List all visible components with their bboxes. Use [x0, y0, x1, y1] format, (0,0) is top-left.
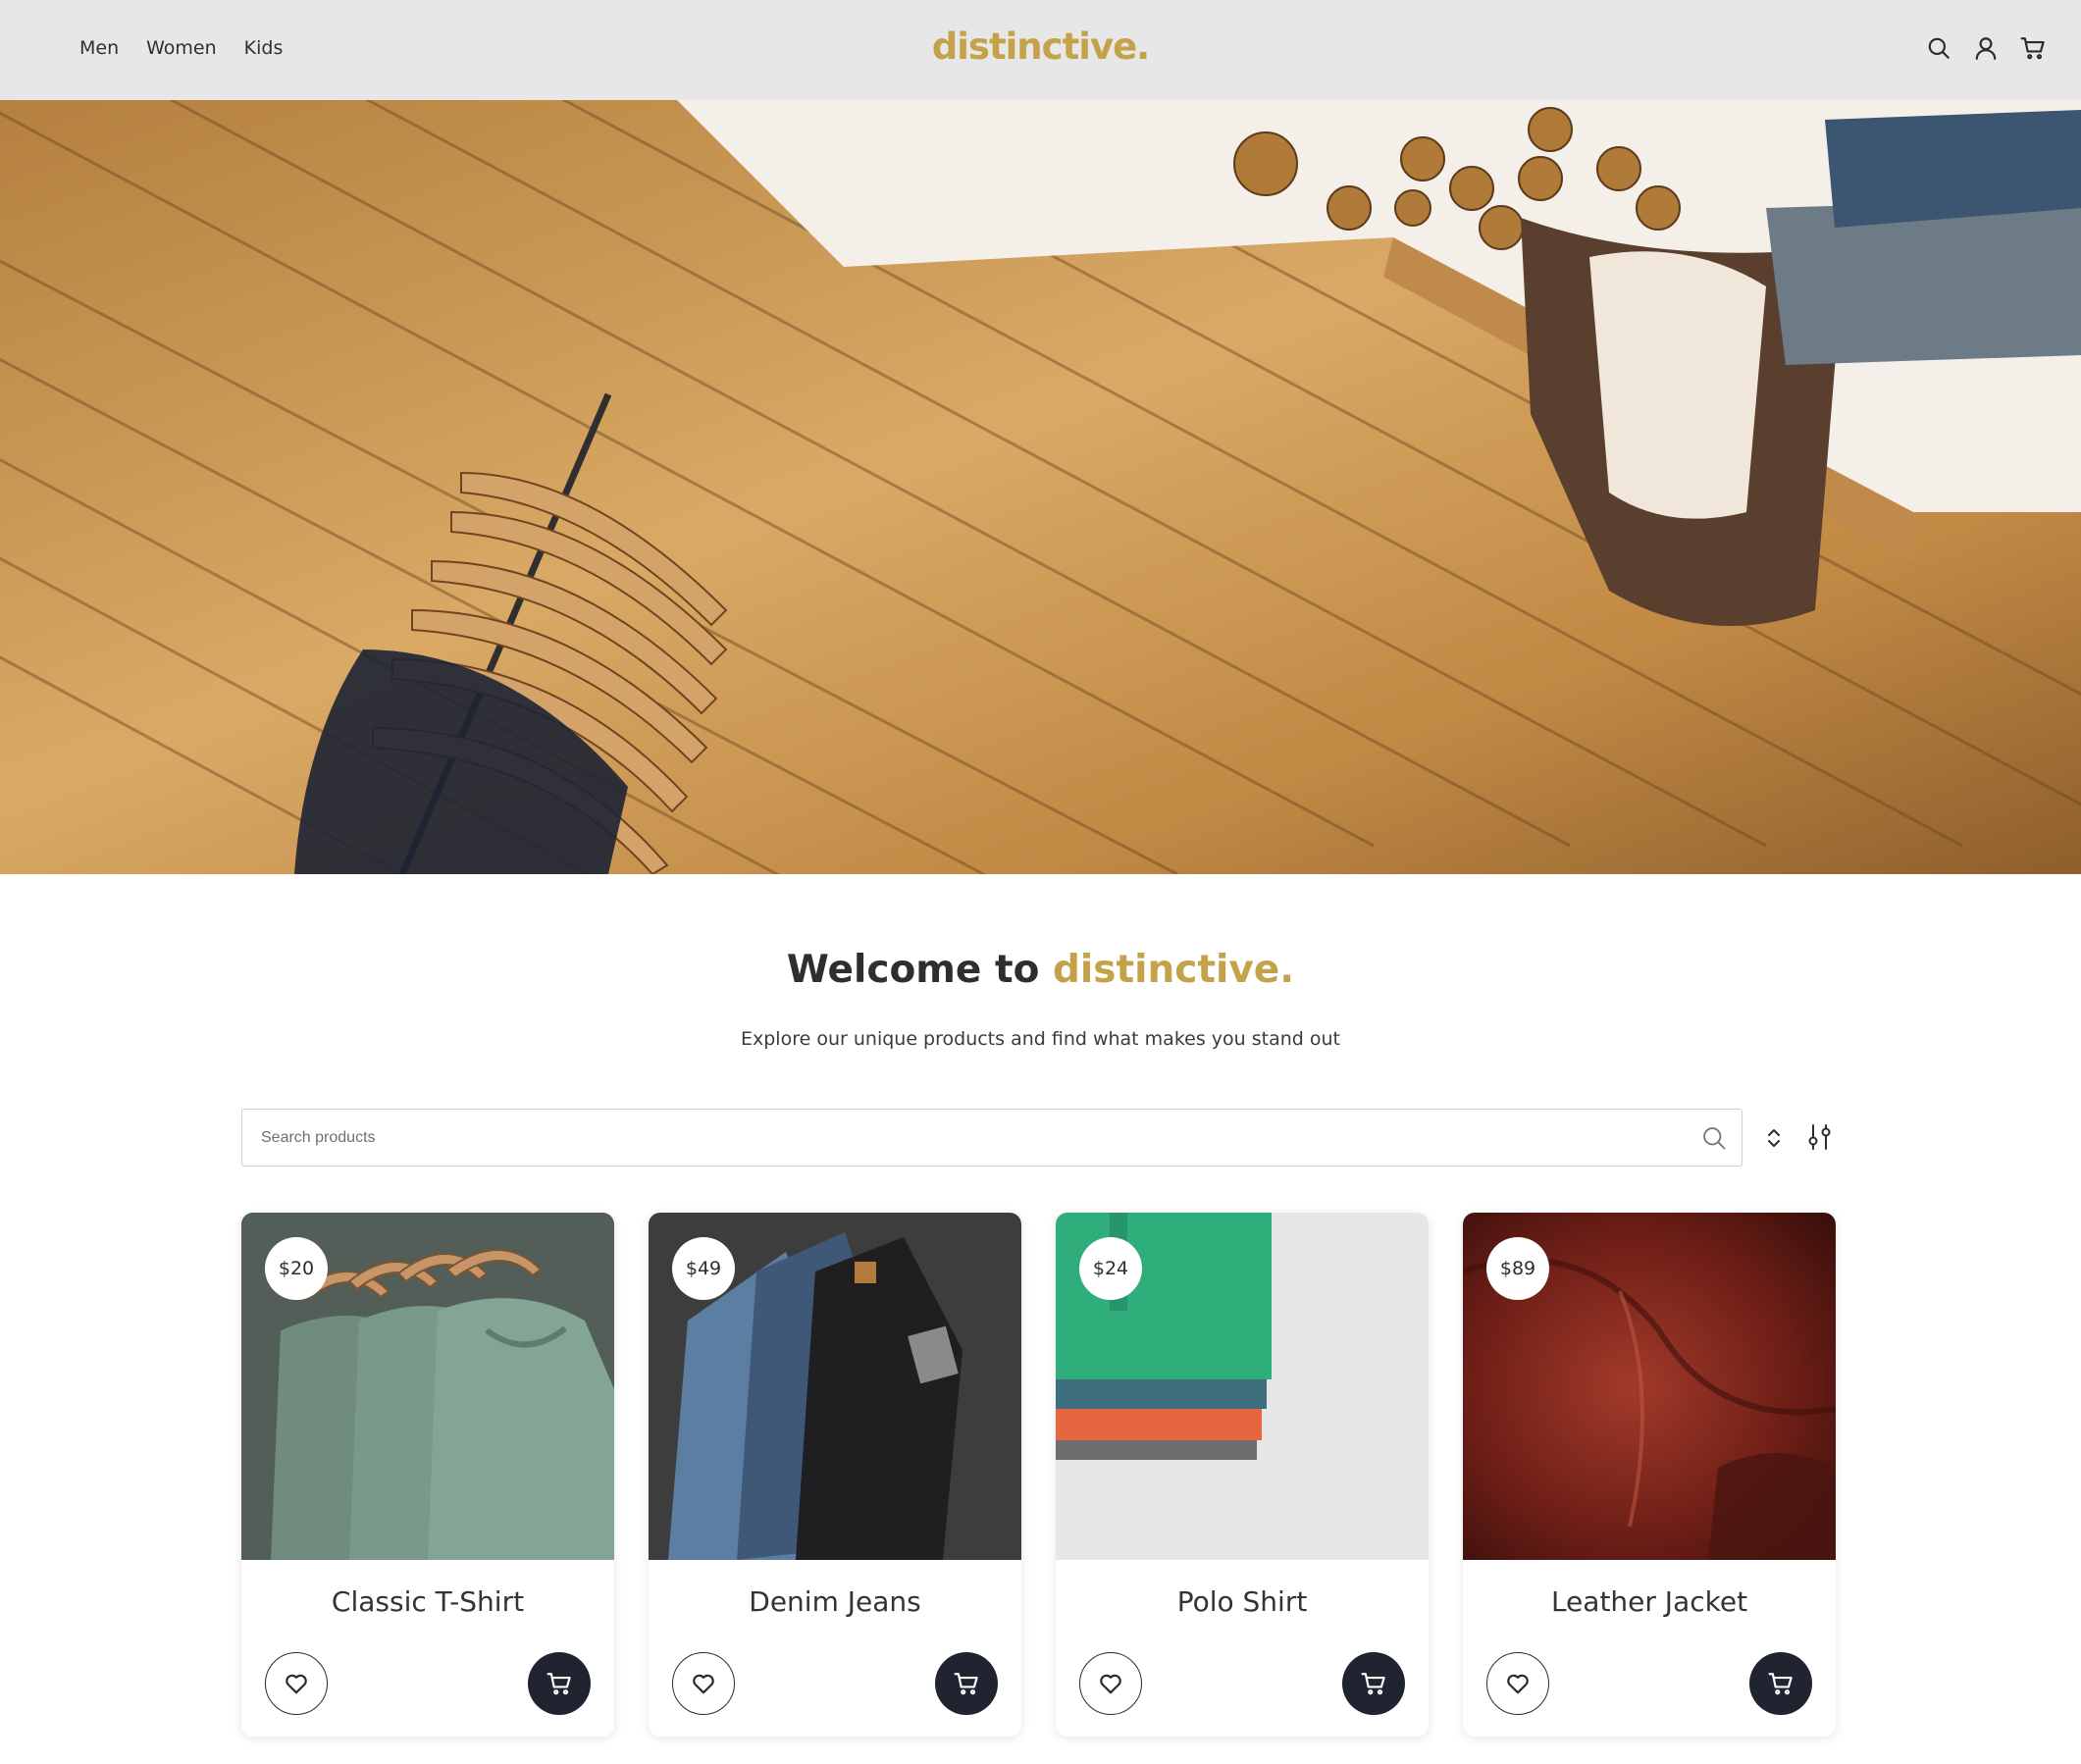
- site-logo[interactable]: distinctive.: [0, 26, 2081, 68]
- welcome-subtitle: Explore our unique products and find wha…: [741, 1028, 1340, 1050]
- heart-icon: [286, 1674, 307, 1694]
- product-card[interactable]: $20 Classic T-Shirt: [241, 1213, 614, 1737]
- hero-image: [0, 100, 2081, 874]
- price-badge: $49: [672, 1237, 735, 1300]
- product-card[interactable]: $24 Polo Shirt: [1056, 1213, 1429, 1737]
- heart-icon: [1100, 1674, 1121, 1694]
- user-icon[interactable]: [1973, 33, 1999, 63]
- price-badge: $24: [1079, 1237, 1142, 1300]
- add-to-cart-button[interactable]: [935, 1652, 998, 1715]
- product-name[interactable]: Denim Jeans: [649, 1585, 1021, 1618]
- product-grid: $20 Classic T-Shirt $49 Denim Jeans $24 …: [241, 1213, 1836, 1737]
- hero-banner: [0, 100, 2081, 874]
- product-card[interactable]: $89 Leather Jacket: [1463, 1213, 1836, 1737]
- welcome-title-prefix: Welcome to: [786, 948, 1040, 992]
- heart-icon: [693, 1674, 714, 1694]
- filter-icon[interactable]: [1806, 1122, 1834, 1152]
- product-image[interactable]: $24: [1056, 1213, 1429, 1560]
- product-name[interactable]: Leather Jacket: [1463, 1585, 1836, 1618]
- wishlist-button[interactable]: [672, 1652, 735, 1715]
- product-card[interactable]: $49 Denim Jeans: [649, 1213, 1021, 1737]
- price-badge: $20: [265, 1237, 328, 1300]
- search-bar: [241, 1109, 1743, 1167]
- add-to-cart-button[interactable]: [1749, 1652, 1812, 1715]
- product-name[interactable]: Polo Shirt: [1056, 1585, 1429, 1618]
- add-to-cart-button[interactable]: [1342, 1652, 1405, 1715]
- product-image[interactable]: $20: [241, 1213, 614, 1560]
- sort-icon[interactable]: [1763, 1124, 1785, 1152]
- cart-icon: [546, 1673, 571, 1695]
- welcome-title: Welcome to distinctive.: [0, 948, 2081, 992]
- cart-icon: [1361, 1673, 1385, 1695]
- header-actions: [1926, 33, 2046, 63]
- heart-icon: [1507, 1674, 1529, 1694]
- search-icon[interactable]: [1926, 33, 1951, 63]
- product-image[interactable]: $89: [1463, 1213, 1836, 1560]
- search-icon[interactable]: [1700, 1124, 1728, 1152]
- cart-icon: [1768, 1673, 1793, 1695]
- cart-icon[interactable]: [2020, 33, 2046, 63]
- welcome-title-brand: distinctive.: [1052, 948, 1295, 992]
- site-header: Men Women Kids distinctive.: [0, 0, 2081, 100]
- search-input[interactable]: [261, 1110, 1674, 1166]
- wishlist-button[interactable]: [265, 1652, 328, 1715]
- add-to-cart-button[interactable]: [528, 1652, 591, 1715]
- product-name[interactable]: Classic T-Shirt: [241, 1585, 614, 1618]
- product-image[interactable]: $49: [649, 1213, 1021, 1560]
- wishlist-button[interactable]: [1486, 1652, 1549, 1715]
- wishlist-button[interactable]: [1079, 1652, 1142, 1715]
- price-badge: $89: [1486, 1237, 1549, 1300]
- cart-icon: [954, 1673, 978, 1695]
